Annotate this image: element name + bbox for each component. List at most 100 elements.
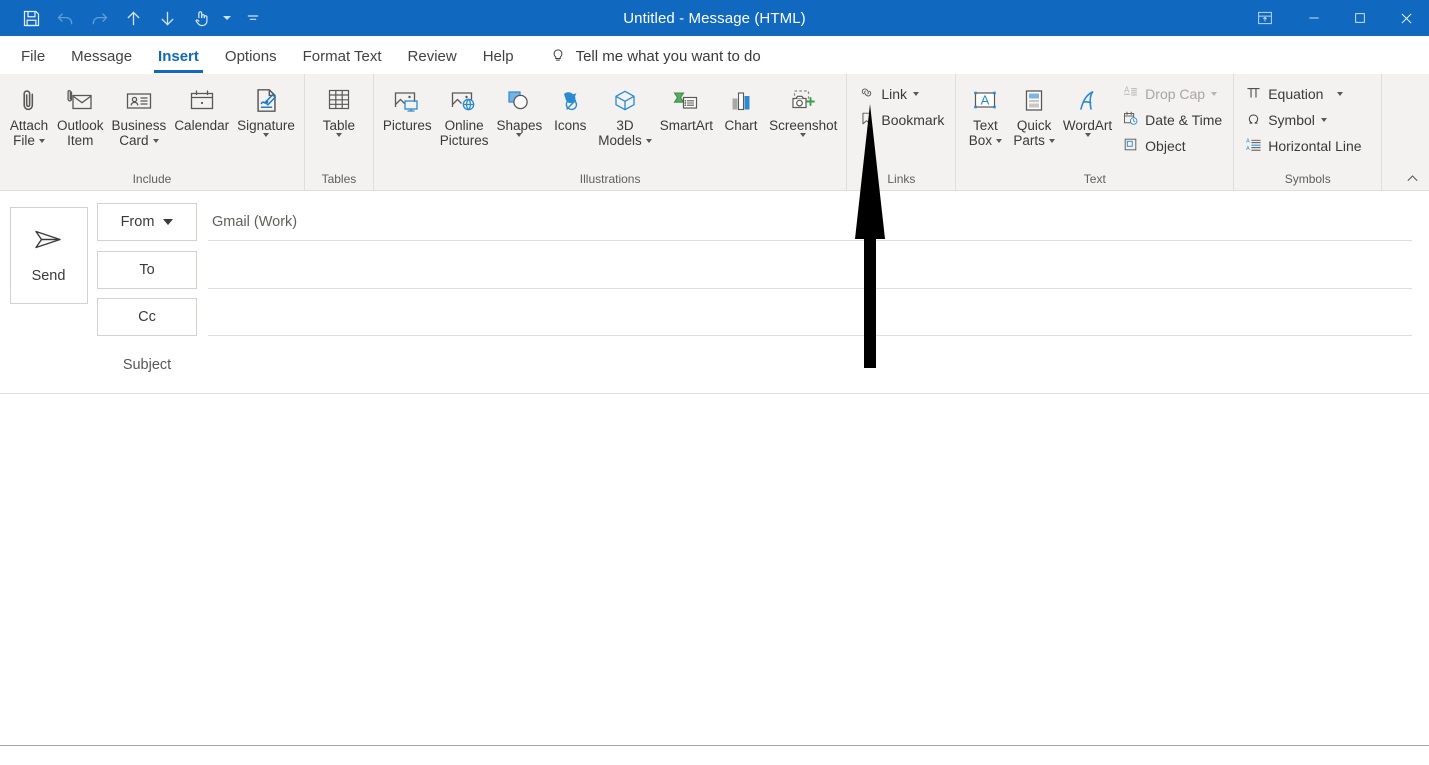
- object-button[interactable]: Object: [1116, 133, 1228, 159]
- chevron-down-icon: [516, 133, 523, 137]
- window-controls: [1239, 0, 1429, 36]
- equation-button[interactable]: Equation: [1239, 81, 1367, 107]
- group-label-symbols: Symbols: [1284, 172, 1331, 186]
- ribbon: Attach File Outlook Item Business Card C…: [0, 74, 1429, 191]
- chart-button[interactable]: Chart: [717, 77, 765, 136]
- touch-mode-icon[interactable]: [184, 3, 218, 33]
- chevron-down-icon: [1337, 92, 1344, 96]
- table-button[interactable]: Table: [310, 77, 368, 140]
- tab-insert[interactable]: Insert: [145, 38, 212, 74]
- shapes-icon: [505, 82, 534, 118]
- pictures-button[interactable]: Pictures: [379, 77, 436, 136]
- bookmark-label: Bookmark: [881, 112, 945, 128]
- title-bar: Untitled - Message (HTML): [0, 0, 1429, 36]
- group-label-text: Text: [1083, 172, 1106, 186]
- quick-parts-label-2: Parts: [1013, 133, 1045, 148]
- signature-button[interactable]: Signature: [233, 77, 299, 140]
- svg-text:A: A: [1246, 139, 1250, 145]
- save-icon[interactable]: [14, 3, 48, 33]
- pictures-label: Pictures: [382, 118, 432, 133]
- symbol-icon: [1245, 110, 1262, 130]
- shapes-label: Shapes: [496, 118, 543, 133]
- wordart-icon: [1074, 82, 1102, 118]
- chevron-down-icon: [913, 92, 920, 96]
- object-label: Object: [1145, 138, 1186, 154]
- 3d-models-icon: [611, 82, 639, 118]
- symbol-label: Symbol: [1268, 112, 1315, 128]
- tab-file[interactable]: File: [8, 38, 58, 74]
- wordart-button[interactable]: WordArt: [1059, 77, 1116, 140]
- qat-customize-chevron-icon[interactable]: [218, 3, 236, 33]
- cc-input[interactable]: [208, 298, 1412, 336]
- equation-icon: [1245, 84, 1262, 104]
- tell-me-placeholder: Tell me what you want to do: [575, 47, 761, 65]
- undo-icon[interactable]: [48, 3, 82, 33]
- redo-icon[interactable]: [82, 3, 116, 33]
- from-value[interactable]: Gmail (Work): [208, 203, 1412, 241]
- envelope-attach-icon: [65, 82, 95, 118]
- send-button[interactable]: Send: [9, 207, 88, 304]
- smartart-button[interactable]: SmartArt: [656, 77, 717, 136]
- next-item-icon[interactable]: [150, 3, 184, 33]
- collapse-ribbon-button[interactable]: [1401, 168, 1423, 188]
- date-time-button[interactable]: Date & Time: [1116, 107, 1228, 133]
- subject-label: Subject: [122, 356, 172, 373]
- smartart-label: SmartArt: [659, 118, 714, 133]
- tab-help[interactable]: Help: [470, 38, 527, 74]
- chevron-down-icon: [38, 139, 45, 143]
- minimize-button[interactable]: [1291, 0, 1337, 36]
- 3d-models-label-1: 3D: [616, 118, 634, 133]
- tab-message[interactable]: Message: [58, 38, 145, 74]
- compose-header: Send From Gmail (Work) To Cc Subject: [0, 191, 1429, 394]
- chevron-down-icon: [1211, 92, 1218, 96]
- chevron-down-icon: [996, 139, 1003, 143]
- outlook-item-button[interactable]: Outlook Item: [53, 77, 108, 151]
- to-label: To: [139, 261, 155, 278]
- drop-cap-label: Drop Cap: [1145, 86, 1206, 102]
- text-box-icon: A: [970, 82, 1000, 118]
- maximize-button[interactable]: [1337, 0, 1383, 36]
- quick-parts-button[interactable]: Quick Parts: [1009, 77, 1059, 152]
- 3d-models-button[interactable]: 3D Models: [594, 77, 656, 152]
- icons-button[interactable]: Icons: [546, 77, 594, 136]
- link-button[interactable]: Link: [852, 81, 950, 107]
- online-pictures-label-2: Pictures: [439, 133, 489, 148]
- to-button[interactable]: To: [97, 250, 197, 289]
- tab-review[interactable]: Review: [395, 38, 470, 74]
- attach-file-button[interactable]: Attach File: [5, 77, 53, 152]
- shapes-button[interactable]: Shapes: [492, 77, 546, 140]
- online-pictures-button[interactable]: Online Pictures: [436, 77, 493, 151]
- previous-item-icon[interactable]: [116, 3, 150, 33]
- table-icon: [325, 82, 353, 118]
- chevron-down-icon: [263, 133, 269, 137]
- text-box-button[interactable]: A Text Box: [961, 77, 1009, 152]
- group-label-tables: Tables: [321, 172, 357, 186]
- drop-cap-button[interactable]: A Drop Cap: [1116, 81, 1228, 107]
- to-row: To: [97, 250, 1429, 299]
- cc-row: Cc: [97, 298, 1429, 346]
- tell-me-search[interactable]: Tell me what you want to do: [549, 38, 761, 74]
- tab-options[interactable]: Options: [212, 38, 290, 74]
- cc-button[interactable]: Cc: [97, 298, 197, 336]
- screenshot-button[interactable]: Screenshot: [765, 77, 841, 140]
- ribbon-group-include: Attach File Outlook Item Business Card C…: [0, 74, 305, 190]
- qat-overflow-icon[interactable]: [236, 3, 270, 33]
- subject-input[interactable]: [208, 346, 1412, 384]
- send-label: Send: [31, 268, 66, 284]
- calendar-icon: [188, 82, 216, 118]
- tab-message-label: Message: [71, 47, 133, 65]
- to-input[interactable]: [208, 251, 1412, 289]
- tab-format-text[interactable]: Format Text: [290, 38, 395, 74]
- horizontal-line-button[interactable]: A A Horizontal Line: [1239, 133, 1367, 159]
- bookmark-icon: [858, 110, 875, 130]
- bookmark-button[interactable]: Bookmark: [852, 107, 950, 133]
- business-card-button[interactable]: Business Card: [108, 77, 171, 152]
- message-body-editor[interactable]: [0, 394, 1429, 746]
- symbol-button[interactable]: Symbol: [1239, 107, 1367, 133]
- from-button[interactable]: From: [97, 203, 197, 241]
- calendar-button[interactable]: Calendar: [170, 77, 233, 136]
- ribbon-display-options-button[interactable]: [1239, 0, 1291, 36]
- close-button[interactable]: [1383, 0, 1429, 36]
- online-pictures-label-1: Online: [444, 118, 484, 133]
- compose-fields: From Gmail (Work) To Cc Subject: [97, 203, 1429, 393]
